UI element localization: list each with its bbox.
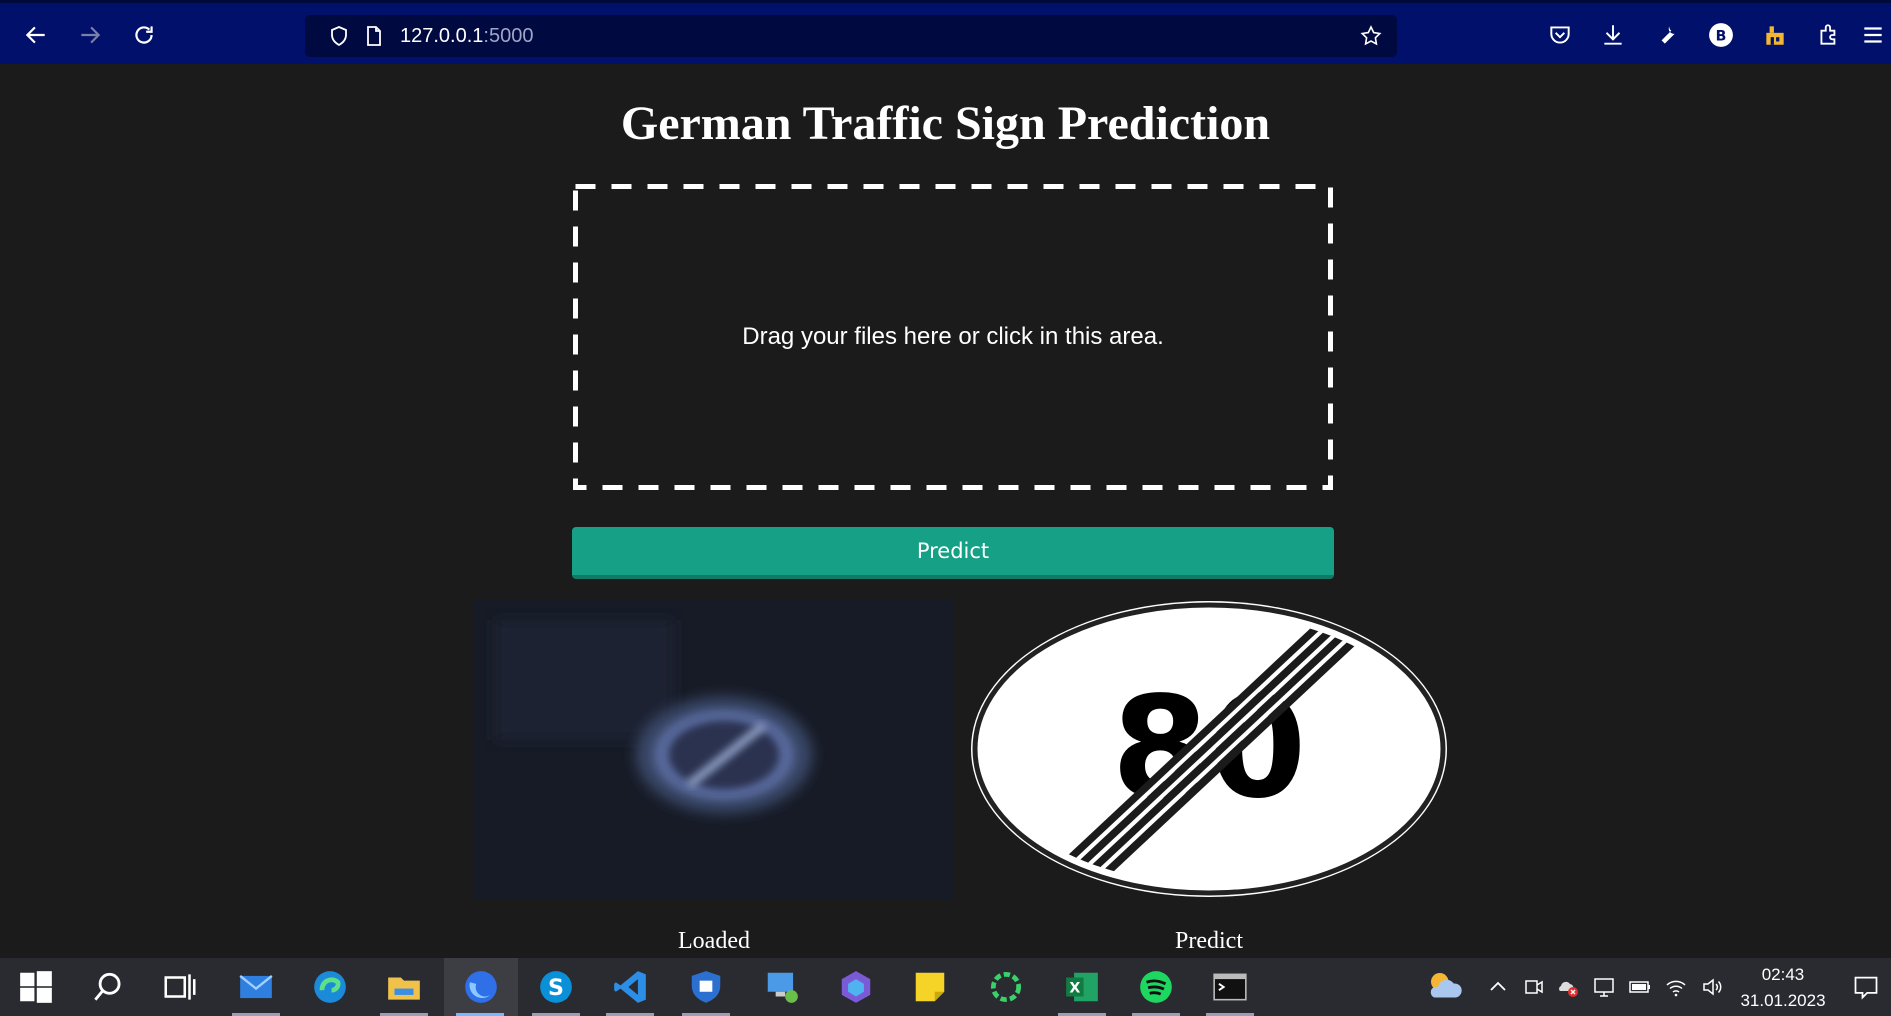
page-icon[interactable] <box>362 24 386 48</box>
search-button[interactable] <box>72 958 144 1016</box>
windows-start-icon <box>20 971 52 1003</box>
loader-app[interactable] <box>970 958 1042 1016</box>
security-icon <box>691 971 721 1003</box>
page-title: German Traffic Sign Prediction <box>620 97 1271 150</box>
downloads-button[interactable] <box>1591 15 1635 55</box>
extensions-menu-button[interactable] <box>1807 15 1851 55</box>
spotify-icon <box>1140 971 1172 1003</box>
search-icon <box>94 972 121 1001</box>
puzzle-icon <box>1820 24 1836 45</box>
vscode-icon <box>614 971 646 1003</box>
terminal-icon <box>1213 973 1247 1001</box>
task-view-button[interactable] <box>144 958 216 1016</box>
file-explorer-app[interactable] <box>368 958 440 1016</box>
url-port: :5000 <box>483 25 534 47</box>
terminal-app[interactable] <box>1194 958 1266 1016</box>
reload-button[interactable] <box>122 15 166 55</box>
file-explorer-icon <box>388 977 420 1000</box>
profile-initial: B <box>1716 28 1727 44</box>
loaded-caption: Loaded <box>678 928 750 954</box>
loaded-image <box>474 600 954 899</box>
extension-button[interactable] <box>1753 15 1797 55</box>
weather-icon[interactable] <box>1424 966 1466 1008</box>
copilot-app[interactable] <box>820 958 892 1016</box>
predicted-sign-image: 80 <box>968 598 1450 900</box>
copilot-icon <box>841 971 871 1003</box>
browser-toolbar: 127.0.0.1:5000 B <box>0 0 1891 64</box>
reload-icon <box>135 26 153 44</box>
chevron-up-icon[interactable] <box>1486 975 1510 999</box>
display-icon[interactable] <box>1592 975 1616 999</box>
edge-app[interactable] <box>294 958 366 1016</box>
remote-desktop-app[interactable] <box>746 958 818 1016</box>
security-app[interactable] <box>670 958 742 1016</box>
edge-icon <box>314 971 346 1003</box>
predict-button[interactable]: Predict <box>572 527 1334 579</box>
sticky-notes-icon <box>915 972 945 1002</box>
hamburger-menu-icon <box>1864 27 1882 43</box>
onedrive-error-icon[interactable] <box>1556 975 1580 999</box>
tools-button[interactable] <box>1645 15 1689 55</box>
start-button[interactable] <box>0 958 72 1016</box>
end-of-speed-limit-80-sign: 80 <box>968 598 1450 900</box>
clock-date: 31.01.2023 <box>1740 991 1826 1010</box>
shield-icon[interactable] <box>327 24 351 48</box>
volume-icon[interactable] <box>1700 975 1724 999</box>
pocket-button[interactable] <box>1538 15 1582 55</box>
sticky-notes-app[interactable] <box>894 958 966 1016</box>
vscode-app[interactable] <box>594 958 666 1016</box>
extension-building-icon <box>1766 26 1784 45</box>
firefox-icon <box>465 971 497 1003</box>
loader-ring-icon <box>990 971 1022 1003</box>
profile-avatar-icon: B <box>1709 23 1733 47</box>
firefox-app[interactable] <box>444 958 518 1016</box>
clock-time: 02:43 <box>1761 965 1805 984</box>
back-arrow-icon <box>25 26 45 44</box>
remote-desktop-icon <box>767 972 798 1003</box>
wifi-icon[interactable] <box>1664 975 1688 999</box>
wrench-icon <box>1661 26 1675 44</box>
notifications-icon[interactable] <box>1852 973 1880 1001</box>
pocket-icon <box>1550 26 1570 44</box>
meet-now-icon[interactable] <box>1522 975 1546 999</box>
dropzone-text: Drag your files here or click in this ar… <box>742 323 1164 350</box>
loaded-sign-photo <box>474 600 954 899</box>
clock[interactable]: 02:43 31.01.2023 <box>1738 962 1828 1014</box>
spotify-app[interactable] <box>1120 958 1192 1016</box>
svg-text:X: X <box>1069 981 1080 997</box>
back-button[interactable] <box>14 15 58 55</box>
mail-app[interactable] <box>220 958 292 1016</box>
svg-text:S: S <box>548 975 564 1001</box>
excel-icon: X <box>1066 972 1098 1002</box>
predict-caption: Predict <box>1175 928 1243 954</box>
skype-app[interactable]: S <box>520 958 592 1016</box>
url-text: 127.0.0.1:5000 <box>400 25 533 48</box>
forward-button[interactable] <box>68 15 112 55</box>
task-view-icon <box>164 974 196 1000</box>
skype-icon: S <box>540 971 572 1003</box>
address-bar[interactable]: 127.0.0.1:5000 <box>305 15 1397 57</box>
forward-arrow-icon <box>81 26 101 44</box>
windows-taskbar: S X 02:43 31.01.2023 <box>0 958 1891 1016</box>
file-dropzone[interactable]: Drag your files here or click in this ar… <box>573 184 1333 490</box>
menu-button[interactable] <box>1856 15 1890 55</box>
bookmark-star-icon[interactable] <box>1359 24 1383 48</box>
battery-icon[interactable] <box>1628 975 1652 999</box>
excel-app[interactable]: X <box>1046 958 1118 1016</box>
url-host: 127.0.0.1 <box>400 25 484 47</box>
mail-icon <box>239 974 273 999</box>
profile-button[interactable]: B <box>1699 15 1743 55</box>
download-icon <box>1604 25 1622 45</box>
